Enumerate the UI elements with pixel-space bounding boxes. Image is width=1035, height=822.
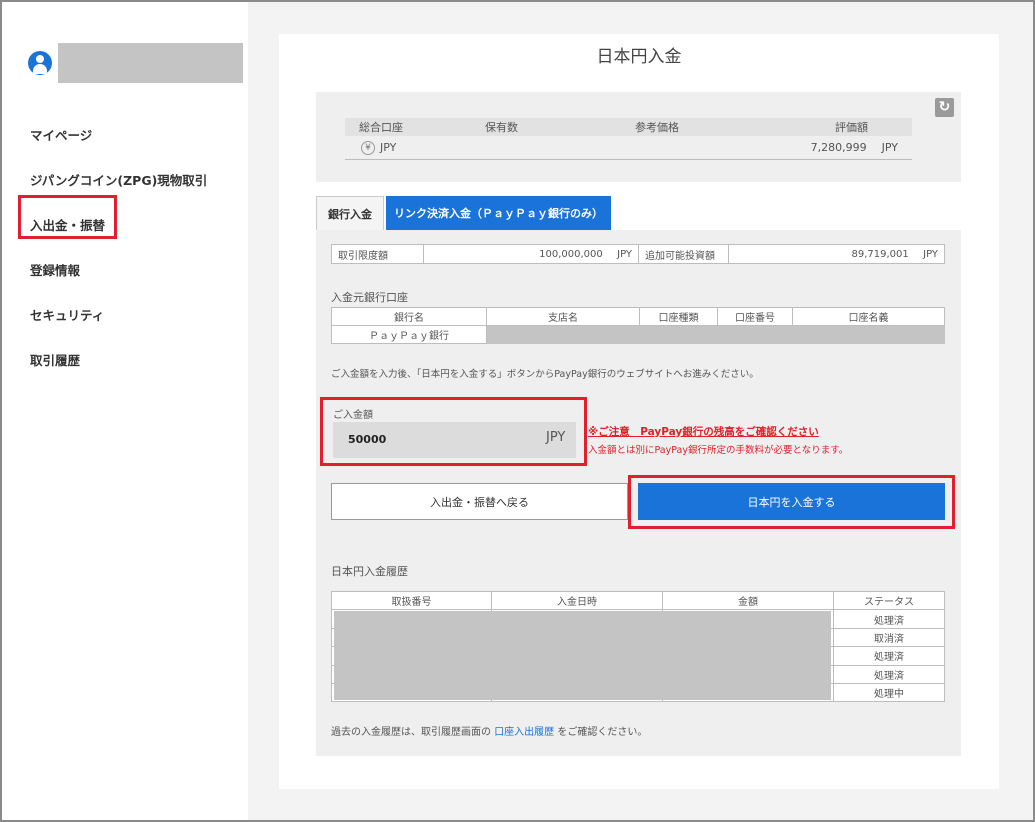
- sidebar-item-history[interactable]: 取引履歴: [30, 337, 207, 382]
- balance-table: 総合口座 保有数 参考価格 評価額 ¥ JPY 7,280,999 JPY: [345, 118, 912, 160]
- additional-investment-value: 89,719,001: [851, 248, 909, 260]
- bank-account-section-label: 入金元銀行口座: [331, 291, 408, 304]
- sidebar-item-mypage[interactable]: マイページ: [30, 112, 207, 157]
- user-info: [28, 43, 243, 83]
- history-header-id: 取扱番号: [331, 590, 492, 611]
- highlight-box-submit: [628, 475, 955, 529]
- balance-header-holdings: 保有数: [485, 121, 518, 134]
- history-header-amount: 金額: [662, 590, 834, 611]
- bank-type-redacted: [639, 325, 718, 344]
- history-section-label: 日本円入金履歴: [331, 565, 408, 578]
- balance-unit: JPY: [881, 141, 898, 154]
- history-header-datetime: 入金日時: [491, 590, 663, 611]
- limits-table: 取引限度額 100,000,000 JPY 追加可能投資額 89,719,001…: [331, 244, 945, 264]
- trade-limit-unit: JPY: [617, 248, 632, 260]
- account-deposit-history-link[interactable]: 口座入出履歴: [494, 727, 554, 738]
- balance-valuation: 7,280,999: [810, 141, 867, 154]
- footer-suffix: をご確認ください。: [557, 727, 648, 738]
- sidebar-nav: マイページ ジパングコイン(ZPG)現物取引 入出金・振替 登録情報 セキュリテ…: [30, 112, 207, 382]
- warning-detail: 入金額とは別にPayPay銀行所定の手数料が必要となります。: [588, 445, 849, 456]
- bank-branch-redacted: [486, 325, 640, 344]
- warning-title[interactable]: ※ご注意 PayPay銀行の残高をご確認ください: [588, 424, 819, 439]
- instruction-text: ご入金額を入力後、「日本円を入金する」ボタンからPayPay銀行のウェブサイトへ…: [331, 369, 759, 380]
- balance-currency: JPY: [380, 141, 397, 154]
- bank-header-type: 口座種類: [639, 307, 718, 326]
- trade-limit-label: 取引限度額: [331, 244, 424, 264]
- bank-holder-redacted: [792, 325, 945, 344]
- history-status: 処理済: [833, 646, 945, 666]
- highlight-box-sidebar: [18, 195, 117, 239]
- trade-limit-value: 100,000,000: [539, 248, 603, 260]
- highlight-box-amount: [320, 397, 587, 466]
- bank-name: ＰａｙＰａｙ銀行: [331, 325, 487, 344]
- balance-header-account: 総合口座: [359, 121, 403, 134]
- history-status: 処理済: [833, 664, 945, 684]
- tab-link-payment-deposit[interactable]: リンク決済入金（ＰａｙＰａｙ銀行のみ）: [386, 196, 611, 230]
- history-redacted: [334, 611, 831, 700]
- user-name-redacted: [58, 43, 243, 83]
- bank-number-redacted: [717, 325, 793, 344]
- bank-header-name: 銀行名: [331, 307, 487, 326]
- history-status: 処理済: [833, 609, 945, 629]
- yen-icon: ¥: [361, 140, 375, 155]
- bank-header-branch: 支店名: [486, 307, 640, 326]
- balance-header-price: 参考価格: [635, 121, 679, 134]
- page-title: 日本円入金: [596, 47, 682, 67]
- tab-bank-deposit[interactable]: 銀行入金: [316, 196, 384, 230]
- footer-prefix: 過去の入金履歴は、取引履歴画面の: [331, 727, 491, 738]
- sidebar-item-security[interactable]: セキュリティ: [30, 292, 207, 337]
- refresh-icon[interactable]: ↻: [935, 98, 954, 117]
- sidebar-item-registration[interactable]: 登録情報: [30, 247, 207, 292]
- history-header-status: ステータス: [833, 590, 945, 611]
- footer-note: 過去の入金履歴は、取引履歴画面の 口座入出履歴 をご確認ください。: [331, 723, 647, 738]
- balance-header-valuation: 評価額: [835, 121, 868, 134]
- additional-investment-label: 追加可能投資額: [638, 244, 729, 264]
- additional-investment-unit: JPY: [923, 248, 938, 260]
- bank-account-table: 銀行名 支店名 口座種類 口座番号 口座名義 ＰａｙＰａｙ銀行: [331, 307, 945, 344]
- user-avatar-icon: [28, 51, 52, 75]
- history-status: 取消済: [833, 627, 945, 648]
- back-to-deposit-transfer-button[interactable]: 入出金・振替へ戻る: [331, 483, 628, 520]
- bank-header-holder: 口座名義: [792, 307, 945, 326]
- history-status: 処理中: [833, 682, 945, 703]
- bank-header-number: 口座番号: [717, 307, 793, 326]
